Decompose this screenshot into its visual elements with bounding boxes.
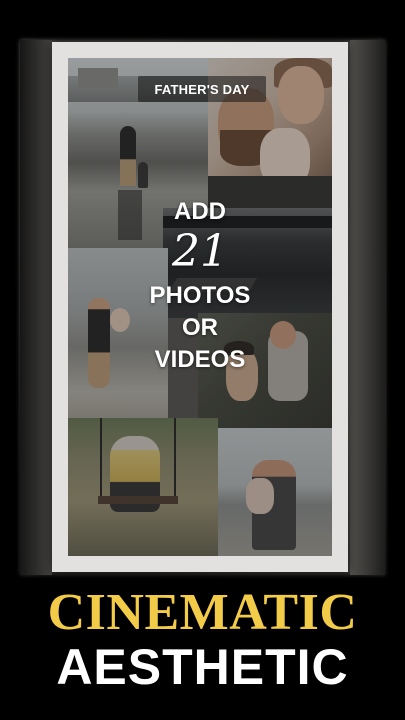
backdrop-edge-left	[20, 40, 52, 575]
add-media-prompt: ADD 21 PHOTOS OR VIDEOS	[52, 196, 348, 376]
template-headline: CINEMATIC AESTHETIC	[0, 584, 405, 695]
headline-aesthetic: AESTHETIC	[56, 639, 349, 695]
headline-cinematic: CINEMATIC	[47, 584, 358, 641]
prompt-photos: PHOTOS	[149, 282, 251, 309]
fathers-day-tag: FATHER'S DAY	[138, 76, 266, 102]
prompt-count: 21	[172, 226, 228, 277]
prompt-add: ADD	[174, 198, 226, 225]
prompt-or: OR	[182, 314, 218, 341]
template-preview: FATHER'S DAY ADD 21 PHOTOS OR VIDEOS CIN…	[0, 0, 405, 720]
prompt-videos: VIDEOS	[154, 346, 246, 373]
backdrop-edge-right	[350, 40, 385, 575]
